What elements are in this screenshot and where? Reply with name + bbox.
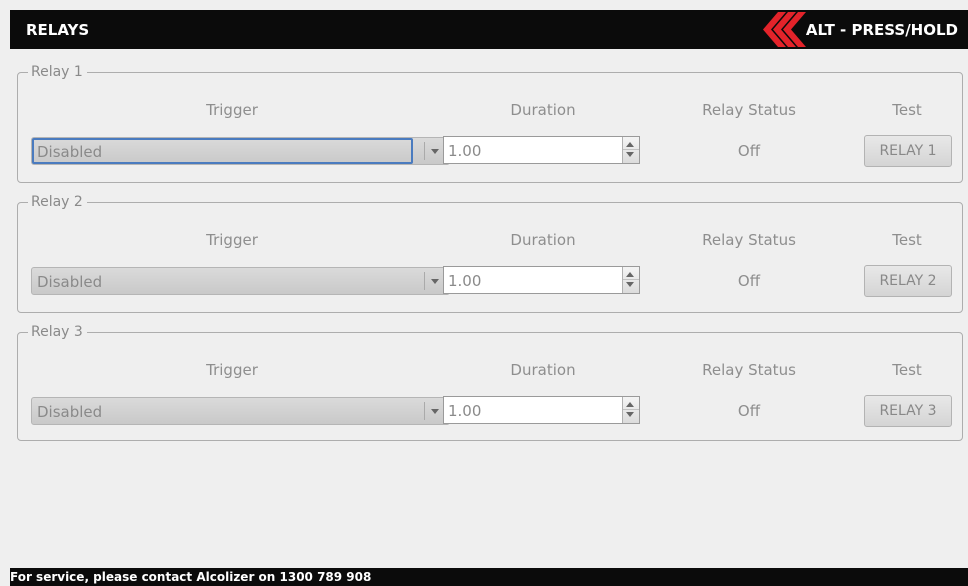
- relay-status-value: Off: [737, 402, 761, 420]
- test-relay-3-button[interactable]: RELAY 3: [864, 395, 952, 427]
- duration-spinbox[interactable]: 1.00: [443, 266, 640, 294]
- trigger-header: Trigger: [206, 101, 258, 119]
- relay-status-value: Off: [737, 142, 761, 160]
- footer-bar: For service, please contact Alcolizer on…: [10, 568, 968, 586]
- spin-divider: [623, 149, 639, 150]
- duration-value: 1.00: [448, 402, 482, 420]
- relay-1-group: Relay 1 Trigger Duration Relay Status Te…: [17, 64, 963, 183]
- test-header: Test: [892, 101, 922, 119]
- relay-group-title: Relay 1: [28, 64, 87, 81]
- relay-2-group: Relay 2 Trigger Duration Relay Status Te…: [17, 194, 963, 313]
- relay-status-header: Relay Status: [702, 231, 796, 249]
- spin-buttons: [622, 137, 639, 163]
- chevron-down-icon: [431, 279, 439, 284]
- duration-spinbox[interactable]: 1.00: [443, 136, 640, 164]
- trigger-header: Trigger: [206, 361, 258, 379]
- relay-3-group: Relay 3 Trigger Duration Relay Status Te…: [17, 324, 963, 441]
- spin-up-icon[interactable]: [626, 272, 634, 277]
- test-relay-1-button[interactable]: RELAY 1: [864, 135, 952, 167]
- chevron-logo-icon: [763, 12, 806, 47]
- spin-buttons: [622, 397, 639, 423]
- duration-value: 1.00: [448, 142, 482, 160]
- select-divider: [424, 402, 425, 420]
- spin-down-icon[interactable]: [626, 412, 634, 417]
- relay-status-header: Relay Status: [702, 101, 796, 119]
- trigger-value: Disabled: [37, 403, 103, 421]
- duration-header: Duration: [510, 231, 576, 249]
- duration-spinbox[interactable]: 1.00: [443, 396, 640, 424]
- duration-header: Duration: [510, 101, 576, 119]
- select-divider: [424, 142, 425, 160]
- page-title: RELAYS: [26, 21, 90, 39]
- service-contact-text: For service, please contact Alcolizer on…: [10, 570, 372, 584]
- trigger-select[interactable]: Disabled: [31, 397, 450, 425]
- spin-divider: [623, 409, 639, 410]
- trigger-header: Trigger: [206, 231, 258, 249]
- relay-status-header: Relay Status: [702, 361, 796, 379]
- relay-group-title: Relay 2: [28, 194, 87, 211]
- trigger-select[interactable]: Disabled: [31, 267, 450, 295]
- spin-down-icon[interactable]: [626, 152, 634, 157]
- spin-divider: [623, 279, 639, 280]
- trigger-value: Disabled: [37, 143, 103, 161]
- duration-header: Duration: [510, 361, 576, 379]
- chevron-down-icon: [431, 409, 439, 414]
- select-divider: [424, 272, 425, 290]
- spin-up-icon[interactable]: [626, 402, 634, 407]
- alt-press-hold-label: ALT - PRESS/HOLD: [805, 21, 958, 39]
- test-header: Test: [892, 361, 922, 379]
- test-relay-2-button[interactable]: RELAY 2: [864, 265, 952, 297]
- spin-up-icon[interactable]: [626, 142, 634, 147]
- chevron-down-icon: [431, 149, 439, 154]
- spin-down-icon[interactable]: [626, 282, 634, 287]
- relay-status-value: Off: [737, 272, 761, 290]
- top-bar: RELAYS ALT - PRESS/HOLD: [10, 10, 968, 49]
- trigger-value: Disabled: [37, 273, 103, 291]
- trigger-select[interactable]: Disabled: [31, 137, 450, 165]
- duration-value: 1.00: [448, 272, 482, 290]
- spin-buttons: [622, 267, 639, 293]
- relay-group-title: Relay 3: [28, 324, 87, 341]
- test-header: Test: [892, 231, 922, 249]
